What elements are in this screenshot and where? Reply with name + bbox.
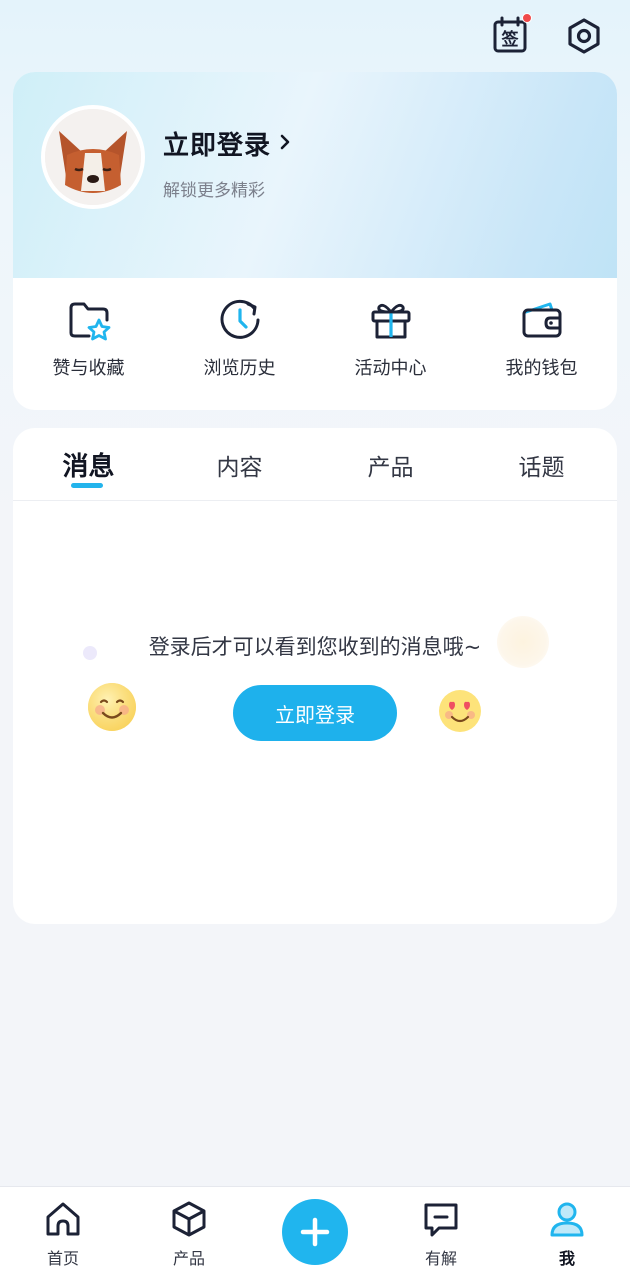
nav-me[interactable]: 我 xyxy=(504,1199,630,1269)
wallet-icon xyxy=(522,302,561,338)
quick-action-wallet[interactable]: 我的钱包 xyxy=(466,298,617,388)
cube-icon xyxy=(172,1201,206,1237)
bottom-nav: 首页 产品 有解 我 xyxy=(0,1186,630,1280)
quick-action-activity-center[interactable]: 活动中心 xyxy=(315,298,466,388)
heart-eyes-emoji-icon xyxy=(439,690,481,732)
chat-icon xyxy=(424,1203,458,1237)
quick-action-label: 我的钱包 xyxy=(505,358,578,379)
message-tabs-card: 消息 内容 产品 话题 登录后才可以看到您收到的消息哦~ 立即登录 xyxy=(13,428,617,924)
user-icon xyxy=(550,1202,584,1237)
tab-content[interactable]: 内容 xyxy=(164,448,315,482)
quick-action-likes-favorites[interactable]: 赞与收藏 xyxy=(13,298,164,388)
quick-action-label: 赞与收藏 xyxy=(52,358,125,379)
nav-youjie[interactable]: 有解 xyxy=(378,1199,504,1269)
chevron-right-icon xyxy=(280,134,290,150)
plus-icon xyxy=(300,1217,330,1247)
quick-action-history[interactable]: 浏览历史 xyxy=(164,298,315,388)
nav-label: 产品 xyxy=(172,1249,205,1268)
nav-label: 我 xyxy=(558,1249,575,1268)
svg-text:签: 签 xyxy=(501,29,520,50)
login-title[interactable]: 立即登录 xyxy=(163,125,271,162)
settings-icon[interactable] xyxy=(564,16,604,56)
notification-dot xyxy=(522,13,532,23)
tab-divider xyxy=(13,500,617,501)
login-button[interactable]: 立即登录 xyxy=(233,685,397,741)
nav-home[interactable]: 首页 xyxy=(0,1199,126,1269)
quick-action-label: 活动中心 xyxy=(354,358,427,379)
smile-emoji-icon xyxy=(88,683,136,731)
folder-star-icon xyxy=(69,302,110,341)
avatar[interactable] xyxy=(41,105,145,209)
login-subtitle: 解锁更多精彩 xyxy=(163,181,265,201)
active-tab-indicator xyxy=(71,483,103,488)
history-clock-icon xyxy=(220,299,259,339)
nav-label: 首页 xyxy=(46,1249,79,1268)
empty-state-message: 登录后才可以看到您收到的消息哦~ xyxy=(148,635,482,659)
home-icon xyxy=(46,1202,80,1236)
gift-icon xyxy=(371,303,410,339)
create-post-button[interactable] xyxy=(282,1199,348,1265)
tab-products[interactable]: 产品 xyxy=(315,448,466,482)
nav-products[interactable]: 产品 xyxy=(126,1199,252,1269)
tab-messages[interactable]: 消息 xyxy=(13,446,164,483)
quick-action-label: 浏览历史 xyxy=(203,358,276,379)
nav-label: 有解 xyxy=(424,1249,457,1268)
profile-card: 立即登录 解锁更多精彩 赞与收藏 浏览历史 活动中心 我的钱包 xyxy=(13,72,617,410)
tab-topics[interactable]: 话题 xyxy=(466,448,617,482)
